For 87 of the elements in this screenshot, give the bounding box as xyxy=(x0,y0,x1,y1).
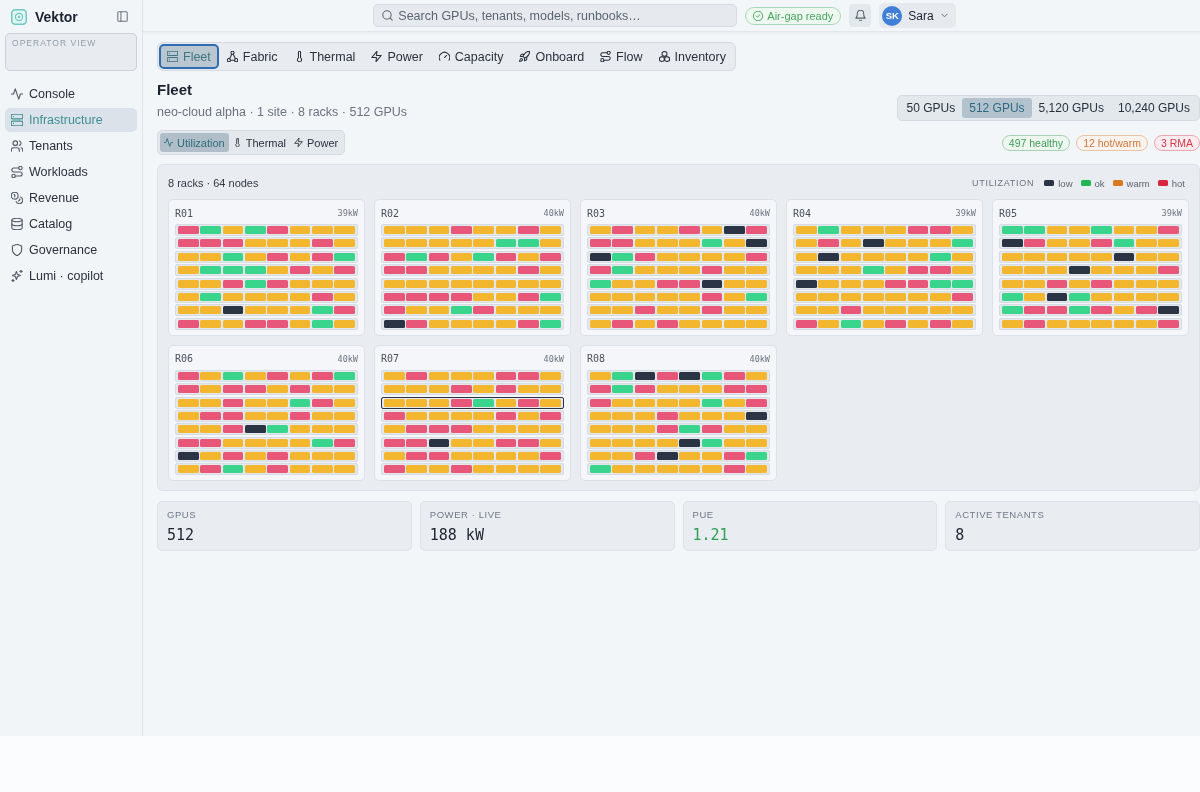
server-icon xyxy=(11,114,23,126)
nav-item[interactable]: Console xyxy=(5,82,137,106)
lightning-icon xyxy=(371,51,383,62)
thermometer-icon xyxy=(232,138,242,147)
legend-title: UTILIZATION xyxy=(971,178,1035,188)
stat-value: 512 xyxy=(167,526,196,545)
rocket-icon xyxy=(519,51,531,62)
nav-item[interactable]: Workloads xyxy=(5,160,137,184)
logo-icon xyxy=(11,8,27,25)
rack-label: R02 xyxy=(381,207,400,219)
health-badge: 3 RMA xyxy=(1153,134,1200,151)
scale-option[interactable]: 10,240 GPUs xyxy=(1110,98,1197,118)
pulse-icon xyxy=(164,138,173,147)
chevron-down-icon xyxy=(939,11,949,20)
user-menu-button[interactable]: SK Sara xyxy=(879,3,956,28)
stat-value: 188 kW xyxy=(429,526,485,545)
tab[interactable]: Inventory xyxy=(650,44,734,69)
check-circle-icon xyxy=(753,10,764,21)
coins-icon xyxy=(11,192,23,204)
server-icon xyxy=(167,51,178,62)
database-icon xyxy=(11,218,23,230)
stat-value: 1.21 xyxy=(692,526,730,545)
notifications-button[interactable] xyxy=(849,4,872,27)
rack-power: 39kW xyxy=(337,208,358,218)
users-icon xyxy=(11,140,23,152)
view-option[interactable]: Thermal xyxy=(228,133,291,152)
gauge-icon xyxy=(438,51,450,62)
avatar: SK xyxy=(882,5,903,26)
rack-power: 40kW xyxy=(749,208,770,218)
legend-label: hot xyxy=(1171,177,1185,189)
nav-item[interactable]: Revenue xyxy=(5,186,137,210)
pulse-icon xyxy=(11,88,23,100)
page-title: Fleet xyxy=(157,81,193,99)
stat-value: 8 xyxy=(955,526,966,545)
legend-label: low xyxy=(1058,177,1073,189)
panel-left-icon[interactable] xyxy=(117,11,128,22)
rack-label: R04 xyxy=(793,207,812,219)
nav-item[interactable]: Catalog xyxy=(5,212,137,236)
stat-label: POWER · LIVE xyxy=(429,509,503,522)
tab[interactable]: Capacity xyxy=(430,44,512,69)
tab[interactable]: Thermal xyxy=(285,44,364,69)
legend-label: ok xyxy=(1094,177,1105,189)
scale-option[interactable]: 50 GPUs xyxy=(899,98,963,118)
rack-power: 39kW xyxy=(955,208,976,218)
nav-item[interactable]: Lumi · copilot xyxy=(5,264,137,288)
tab[interactable]: Flow xyxy=(592,44,651,69)
rack-label: R03 xyxy=(587,207,606,219)
search-icon xyxy=(382,10,394,21)
health-badge: 497 healthy xyxy=(1001,134,1071,151)
status-label: Air-gap ready xyxy=(767,9,834,22)
shield-icon xyxy=(11,244,23,256)
tab[interactable]: Onboard xyxy=(511,44,593,69)
tab[interactable]: Power xyxy=(363,44,431,69)
rack-label: R08 xyxy=(587,353,606,365)
tab[interactable]: Fabric xyxy=(218,44,286,69)
route-icon xyxy=(11,166,23,178)
rack-power: 39kW xyxy=(1161,208,1182,218)
nav-item[interactable]: Governance xyxy=(5,238,137,262)
rack-summary: 8 racks · 64 nodes xyxy=(168,177,259,189)
rack-power: 40kW xyxy=(543,208,564,218)
boxes-icon xyxy=(658,51,670,62)
rack-power: 40kW xyxy=(749,353,770,364)
node-row[interactable] xyxy=(381,396,564,409)
nav-item[interactable]: Tenants xyxy=(5,134,137,158)
rack-power: 40kW xyxy=(337,353,358,364)
view-option[interactable]: Power xyxy=(290,133,343,152)
lightning-icon xyxy=(294,138,304,147)
health-badge: 12 hot/warm xyxy=(1076,134,1148,151)
brand-name: Vektor xyxy=(35,8,78,25)
stat-label: ACTIVE TENANTS xyxy=(955,509,1046,522)
rack-power: 40kW xyxy=(543,353,564,364)
search-field[interactable]: Search GPUs, tenants, models, runbooks… xyxy=(373,4,738,27)
page-subtitle: neo-cloud alpha · 1 site · 8 racks · 512 GPUs xyxy=(157,104,408,121)
rack-label: R01 xyxy=(175,207,194,219)
rack-label: R05 xyxy=(999,207,1018,219)
stat-label: GPUS xyxy=(167,509,198,522)
scale-option[interactable]: 5,120 GPUs xyxy=(1031,98,1111,118)
network-icon xyxy=(226,51,238,62)
section-label: OPERATOR VIEW xyxy=(12,38,98,48)
legend-label: warm xyxy=(1126,177,1150,189)
rack-label: R06 xyxy=(175,353,194,365)
bell-icon xyxy=(854,10,866,21)
sparkles-icon xyxy=(11,270,23,282)
stat-label: PUE xyxy=(692,509,715,522)
route-icon xyxy=(600,51,612,62)
rack-label: R07 xyxy=(381,353,400,365)
rack-card[interactable]: R07 40kW xyxy=(374,344,571,482)
